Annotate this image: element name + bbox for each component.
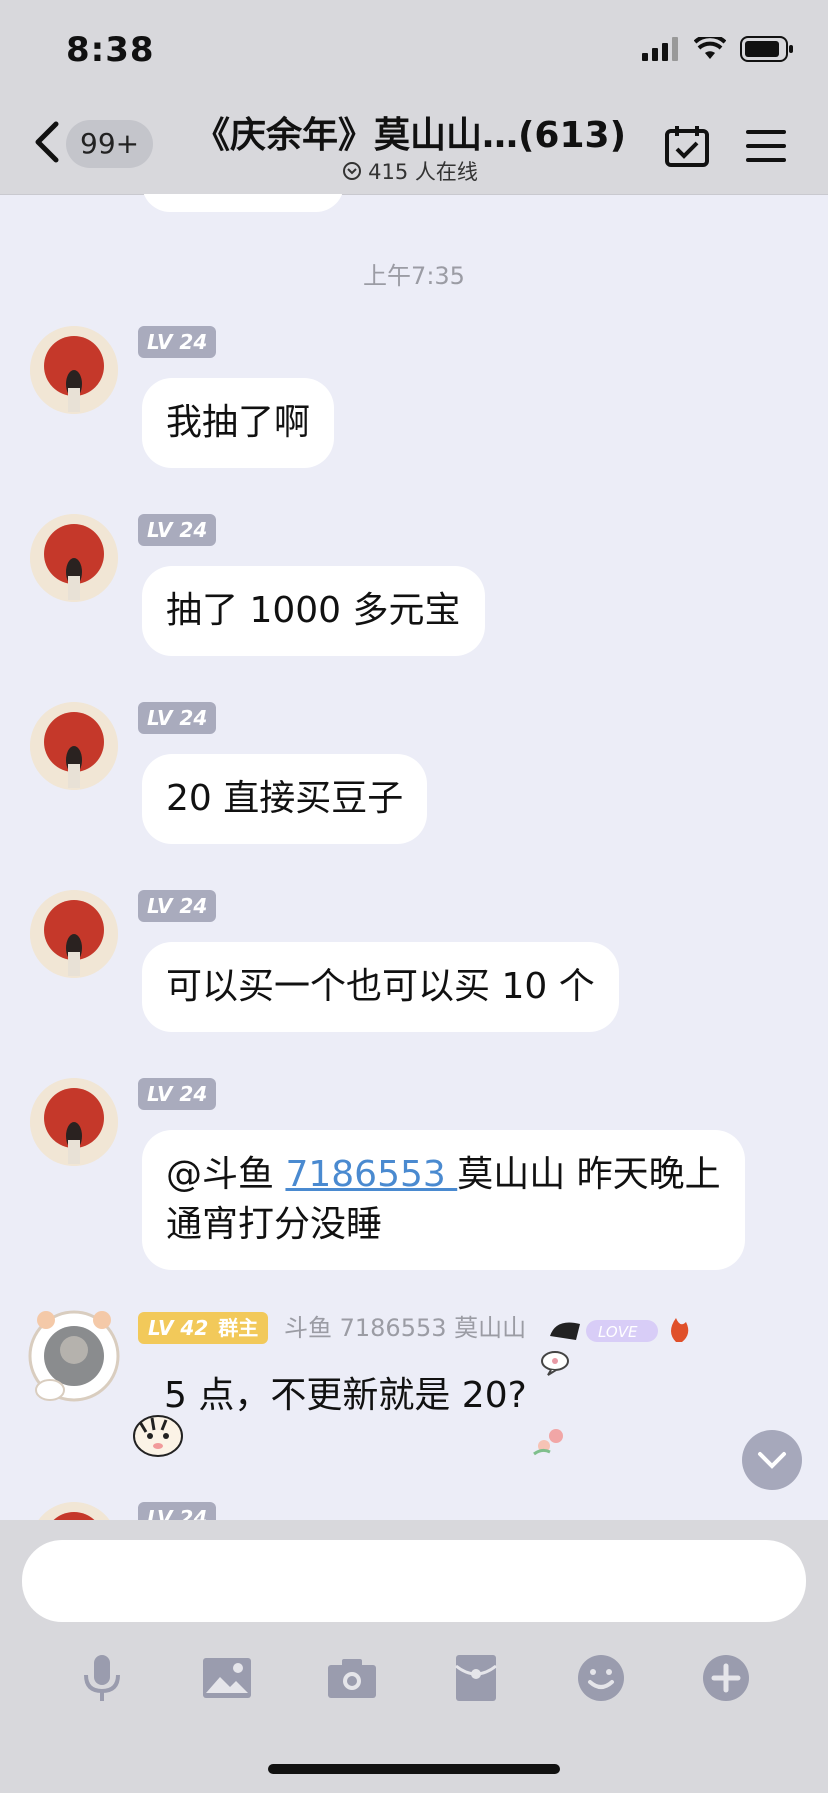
level-badge: LV 24	[138, 514, 217, 546]
owner-role: 群主	[218, 1316, 259, 1340]
avatar[interactable]	[30, 702, 118, 790]
mention-text: @斗鱼	[166, 1154, 286, 1195]
message-bubble[interactable]: @斗鱼 7186553 莫山山 昨天晚上 通宵打分没睡	[142, 1130, 745, 1270]
status-bar: 8:38	[0, 0, 828, 96]
scroll-down-button[interactable]	[742, 1430, 802, 1490]
image-icon[interactable]	[199, 1650, 255, 1706]
message-line: @斗鱼 7186553 莫山山 昨天晚上	[166, 1150, 721, 1200]
input-bar	[0, 1520, 828, 1793]
message-text: 莫山山 昨天晚上	[457, 1154, 721, 1195]
back-arrow-icon[interactable]	[28, 118, 68, 166]
red-packet-icon[interactable]	[448, 1650, 504, 1706]
chevron-down-icon	[758, 1452, 786, 1469]
message-bubble[interactable]: 我抽了啊	[142, 378, 335, 468]
chevron-circle-icon	[343, 162, 362, 180]
speech-heart-icon	[541, 1351, 569, 1376]
level-badge: LV 24	[138, 1078, 217, 1110]
avatar-image-icon	[30, 326, 118, 414]
avatar[interactable]	[30, 1502, 118, 1520]
status-icons	[642, 36, 794, 62]
message-input[interactable]	[22, 1540, 806, 1622]
love-decoration-icon: LOVE	[550, 1318, 689, 1342]
message-text[interactable]: 5 点，不更新就是 20?	[164, 1372, 527, 1420]
message-bubble-partial	[142, 194, 344, 212]
signal-icon	[642, 37, 678, 61]
toolbar	[0, 1650, 828, 1706]
avatar[interactable]	[30, 890, 118, 978]
group-title[interactable]: 《庆余年》莫山山…(613)	[190, 106, 630, 158]
menu-icon[interactable]	[746, 128, 786, 164]
plus-icon[interactable]	[698, 1650, 754, 1706]
calendar-check-icon[interactable]	[664, 124, 710, 168]
mention-link[interactable]: 7186553	[285, 1154, 457, 1195]
avatar[interactable]	[30, 326, 118, 414]
chat-header: 99+ 《庆余年》莫山山…(613) 415 人在线	[0, 96, 828, 195]
svg-text:LOVE: LOVE	[598, 1323, 638, 1341]
microphone-icon[interactable]	[74, 1650, 130, 1706]
level-badge: LV 24	[138, 1502, 217, 1520]
message-list[interactable]: 上午7:35 LV 24 我抽了啊 LV 24 抽了 1000 多元宝 LV 2…	[0, 194, 828, 1520]
avatar[interactable]	[30, 1078, 118, 1166]
sender-name[interactable]: 斗鱼 7186553 莫山山	[284, 1312, 526, 1344]
home-indicator	[268, 1764, 560, 1774]
camera-icon[interactable]	[324, 1650, 380, 1706]
flower-decoration-icon	[533, 1429, 563, 1456]
avatar-image-icon	[30, 514, 118, 602]
wifi-icon	[694, 37, 726, 59]
avatar-image-icon	[38, 1502, 110, 1520]
avatar-image-icon	[30, 890, 118, 978]
level-badge: LV 24	[138, 702, 217, 734]
message-line: 通宵打分没睡	[166, 1204, 383, 1245]
level-badge: LV 24	[138, 326, 217, 358]
emoji-icon[interactable]	[573, 1650, 629, 1706]
avatar[interactable]	[30, 514, 118, 602]
message-bubble[interactable]: 20 直接买豆子	[142, 754, 428, 844]
avatar-image-icon	[30, 702, 118, 790]
level-text: LV 42	[148, 1316, 209, 1340]
owner-level-badge: LV 42 群主	[138, 1312, 269, 1344]
message-bubble[interactable]: 可以买一个也可以买 10 个	[142, 942, 619, 1032]
online-status: 415 人在线	[190, 156, 630, 186]
unread-badge[interactable]: 99+	[66, 120, 154, 168]
battery-icon	[740, 36, 793, 62]
level-badge: LV 24	[138, 890, 217, 922]
message-bubble[interactable]: 抽了 1000 多元宝	[142, 566, 485, 656]
online-count: 415 人在线	[368, 160, 478, 184]
avatar-image-icon	[30, 1078, 118, 1166]
message-timestamp: 上午7:35	[363, 262, 465, 290]
status-time: 8:38	[66, 30, 155, 70]
